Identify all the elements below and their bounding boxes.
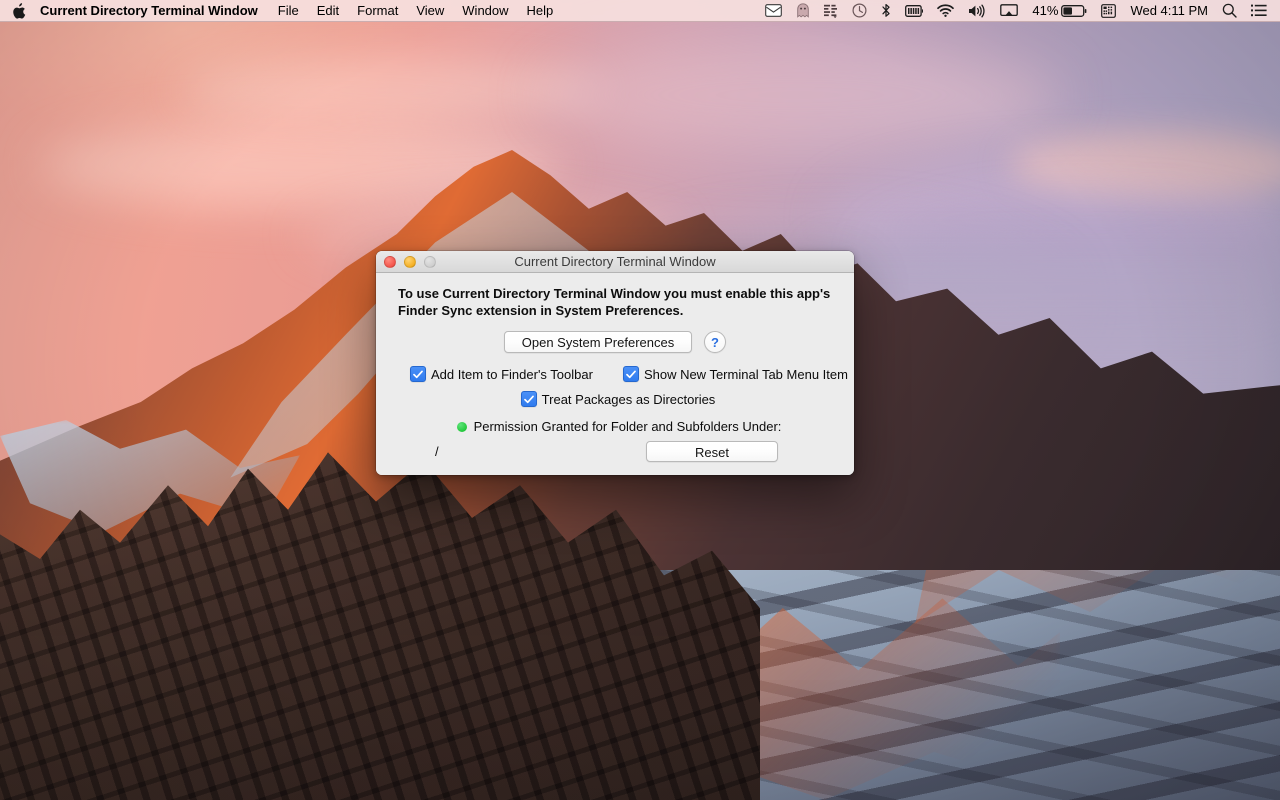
volume-status[interactable] bbox=[961, 0, 993, 22]
clock-history-status[interactable] bbox=[845, 0, 874, 22]
checkbox-label: Treat Packages as Directories bbox=[541, 391, 716, 407]
mail-envelope-icon bbox=[765, 4, 783, 17]
volume-icon bbox=[969, 4, 985, 17]
airplay-icon bbox=[1000, 3, 1019, 16]
script-menu-icon bbox=[1101, 3, 1117, 18]
battery-percent-label: 41% bbox=[1032, 3, 1059, 18]
menu-item-edit[interactable]: Edit bbox=[308, 0, 348, 22]
spotlight-search-button[interactable] bbox=[1215, 0, 1244, 22]
wifi-icon bbox=[937, 4, 955, 17]
permission-path-row: / Reset bbox=[390, 441, 840, 462]
text-lines-icon bbox=[824, 4, 838, 18]
checkbox-row-top: Add Item to Finder's Toolbar Show New Te… bbox=[390, 366, 848, 382]
text-lines-status[interactable] bbox=[817, 0, 845, 22]
zoom-button[interactable] bbox=[424, 255, 436, 268]
checkbox-checked-icon bbox=[622, 366, 639, 382]
menu-bar: Current Directory Terminal Window File E… bbox=[0, 0, 1280, 22]
permission-path-value: / bbox=[435, 444, 439, 459]
search-icon bbox=[1222, 3, 1237, 18]
checkbox-checked-icon bbox=[520, 391, 537, 407]
checkbox-show-new-terminal-tab-menu-item[interactable]: Show New Terminal Tab Menu Item bbox=[622, 366, 848, 382]
checkbox-treat-packages-as-directories[interactable]: Treat Packages as Directories bbox=[520, 391, 716, 407]
wallpaper-cloud bbox=[540, 40, 1060, 150]
wifi-status[interactable] bbox=[930, 0, 961, 22]
window-content: To use Current Directory Terminal Window… bbox=[376, 273, 854, 475]
window-controls bbox=[384, 255, 436, 268]
bluetooth-icon bbox=[882, 3, 891, 17]
app-window: Current Directory Terminal Window To use… bbox=[376, 251, 854, 475]
keyboard-battery-icon bbox=[905, 4, 924, 17]
status-badge-granted-icon bbox=[456, 421, 467, 432]
menu-bar-status-area: 41% Wed 4:11 PM bbox=[758, 0, 1280, 22]
close-button[interactable] bbox=[384, 255, 396, 268]
desktop-screen: Current Directory Terminal Window File E… bbox=[0, 0, 1280, 800]
permission-status-label: Permission Granted for Folder and Subfol… bbox=[473, 419, 782, 434]
menu-item-file[interactable]: File bbox=[269, 0, 308, 22]
ghost-icon bbox=[797, 3, 810, 18]
notification-center-icon bbox=[1251, 4, 1267, 17]
clock-label: Wed 4:11 PM bbox=[1130, 3, 1208, 18]
notification-center-button[interactable] bbox=[1244, 0, 1274, 22]
checkbox-row-bottom: Treat Packages as Directories bbox=[390, 391, 840, 407]
menu-app-title[interactable]: Current Directory Terminal Window bbox=[37, 0, 269, 22]
airplay-status[interactable] bbox=[993, 0, 1025, 22]
wallpaper-cloud bbox=[180, 60, 600, 120]
menu-item-help[interactable]: Help bbox=[518, 0, 563, 22]
checkbox-add-item-to-finder-toolbar[interactable]: Add Item to Finder's Toolbar bbox=[410, 366, 593, 382]
checkbox-label: Show New Terminal Tab Menu Item bbox=[643, 366, 848, 382]
script-menu-status[interactable] bbox=[1094, 0, 1123, 22]
checkbox-label: Add Item to Finder's Toolbar bbox=[431, 366, 593, 382]
reset-button[interactable]: Reset bbox=[646, 441, 778, 462]
battery-icon bbox=[1061, 4, 1087, 17]
prefs-action-row: Open System Preferences ? bbox=[390, 331, 840, 353]
bluetooth-status[interactable] bbox=[874, 0, 898, 22]
clock-history-icon bbox=[852, 3, 867, 18]
menu-item-window[interactable]: Window bbox=[453, 0, 517, 22]
window-title: Current Directory Terminal Window bbox=[514, 253, 716, 269]
menu-item-format[interactable]: Format bbox=[348, 0, 407, 22]
apple-logo-icon bbox=[13, 2, 26, 19]
help-button[interactable]: ? bbox=[704, 331, 726, 353]
apple-menu-button[interactable] bbox=[0, 0, 37, 22]
ghost-status[interactable] bbox=[789, 0, 817, 22]
open-system-preferences-button[interactable]: Open System Preferences bbox=[504, 331, 692, 353]
menu-item-view[interactable]: View bbox=[407, 0, 453, 22]
setup-notice-text: To use Current Directory Terminal Window… bbox=[398, 286, 831, 318]
permission-status-row: Permission Granted for Folder and Subfol… bbox=[390, 419, 840, 434]
mail-envelope-status[interactable] bbox=[758, 0, 789, 22]
menu-bar-left: Current Directory Terminal Window File E… bbox=[0, 0, 562, 22]
window-titlebar[interactable]: Current Directory Terminal Window bbox=[376, 251, 854, 273]
menu-bar-clock[interactable]: Wed 4:11 PM bbox=[1123, 0, 1215, 22]
keyboard-battery-status[interactable] bbox=[898, 0, 930, 22]
minimize-button[interactable] bbox=[404, 255, 416, 268]
checkbox-checked-icon bbox=[410, 366, 426, 382]
battery-status[interactable]: 41% bbox=[1025, 0, 1094, 22]
